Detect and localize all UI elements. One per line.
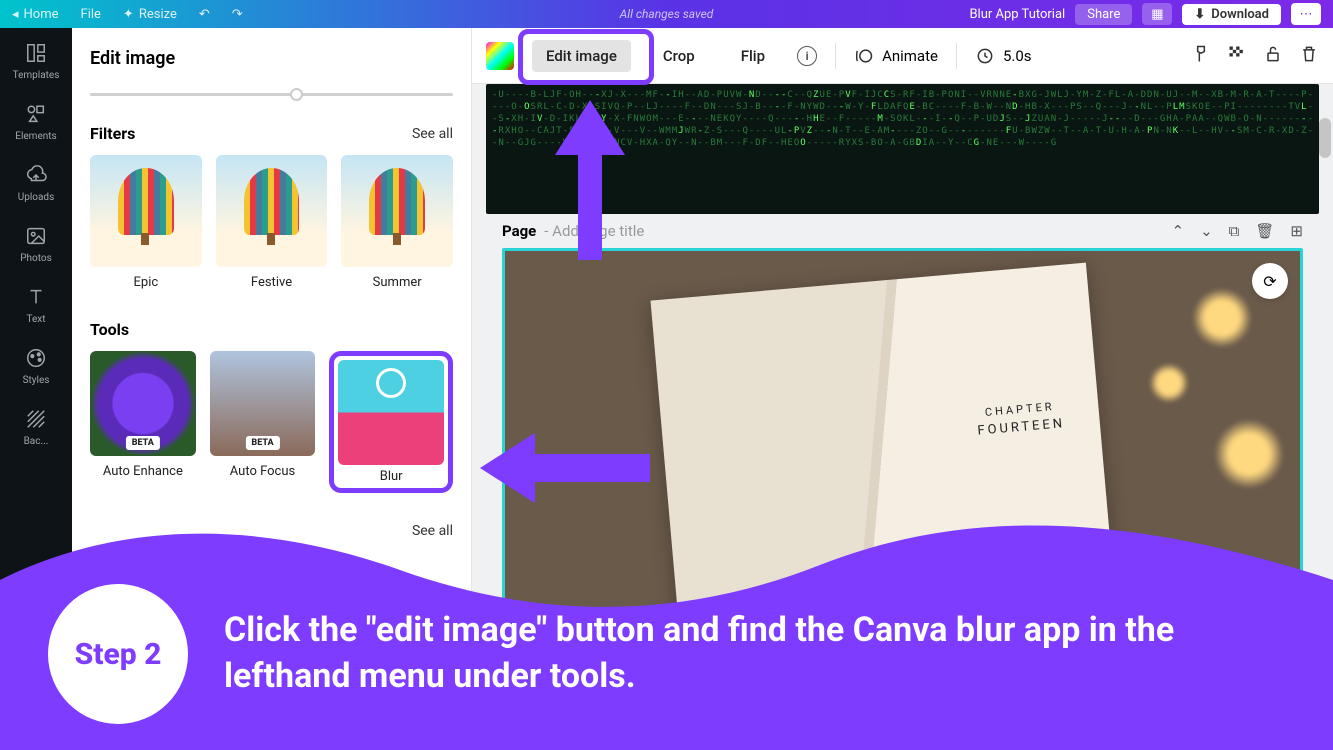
color-picker-icon[interactable] [486, 42, 514, 70]
step-instruction: Click the "edit image" button and find t… [224, 608, 1284, 700]
add-page-icon[interactable]: ⊞ [1290, 222, 1303, 240]
info-icon[interactable]: i [797, 46, 817, 66]
nav-background[interactable]: Bac... [24, 408, 49, 447]
tools-heading: Tools [90, 320, 129, 339]
tool-auto-enhance[interactable]: BETAAuto Enhance [90, 351, 196, 494]
share-button[interactable]: Share [1075, 4, 1132, 25]
nav-photos[interactable]: Photos [20, 225, 52, 264]
save-status: All changes saved [620, 7, 714, 21]
page-label: Page [502, 222, 536, 240]
download-button[interactable]: ⬇ Download [1182, 4, 1281, 25]
nav-text[interactable]: Text [25, 286, 47, 325]
present-button[interactable]: ▦ [1142, 3, 1172, 25]
animate-button[interactable]: Animate [854, 46, 938, 66]
crop-button[interactable]: Crop [649, 40, 709, 72]
tutorial-arrow-up [550, 100, 630, 260]
project-title[interactable]: Blur App Tutorial [969, 7, 1065, 22]
chapter-text: CHAPTER FOURTEEN [975, 397, 1066, 443]
home-label: Home [24, 7, 59, 22]
resize-menu[interactable]: ✦ Resize [123, 7, 177, 22]
edit-image-button[interactable]: Edit image [532, 40, 631, 72]
filter-epic[interactable]: Epic [90, 155, 202, 290]
filters-seeall[interactable]: See all [412, 126, 453, 142]
top-menubar: ◂ Home File ✦ Resize ↶ ↷ All changes sav… [0, 0, 1333, 28]
redo-button[interactable]: ↷ [232, 7, 243, 22]
file-menu[interactable]: File [81, 7, 101, 22]
context-toolbar: Edit image Crop Flip i Animate 5.0s [472, 28, 1333, 84]
page-up-icon[interactable]: ⌃ [1172, 222, 1185, 240]
file-label: File [81, 7, 101, 22]
home-menu[interactable]: ◂ Home [12, 7, 59, 22]
nav-templates[interactable]: Templates [13, 42, 60, 81]
tool-blur[interactable]: Blur [329, 351, 453, 494]
scrollbar[interactable] [1319, 118, 1331, 158]
regenerate-button[interactable]: ⟳ [1252, 263, 1288, 299]
transparency-icon[interactable] [1227, 44, 1247, 68]
panel-title: Edit image [90, 48, 453, 69]
adjust-slider[interactable] [90, 93, 453, 96]
tool-auto-focus[interactable]: BETAAuto Focus [210, 351, 316, 494]
page-down-icon[interactable]: ⌄ [1200, 222, 1213, 240]
nav-elements[interactable]: Elements [15, 103, 56, 142]
lock-icon[interactable] [1263, 44, 1283, 68]
flip-button[interactable]: Flip [727, 40, 779, 72]
delete-page-icon[interactable]: 🗑 [1255, 222, 1274, 240]
resize-label: Resize [139, 7, 177, 22]
delete-icon[interactable] [1299, 44, 1319, 68]
filters-heading: Filters [90, 124, 135, 143]
tutorial-overlay: Step 2 Click the "edit image" button and… [0, 510, 1333, 750]
nav-styles[interactable]: Styles [23, 347, 50, 386]
tutorial-arrow-left [480, 428, 650, 508]
filter-festive[interactable]: Festive [216, 155, 328, 290]
duration-button[interactable]: 5.0s [975, 46, 1032, 66]
style-copy-icon[interactable] [1191, 44, 1211, 68]
undo-button[interactable]: ↶ [199, 7, 210, 22]
filter-summer[interactable]: Summer [341, 155, 453, 290]
step-badge: Step 2 [48, 584, 188, 724]
more-button[interactable]: ⋯ [1291, 3, 1321, 25]
duplicate-page-icon[interactable]: ⧉ [1229, 222, 1240, 240]
nav-uploads[interactable]: Uploads [18, 164, 54, 203]
